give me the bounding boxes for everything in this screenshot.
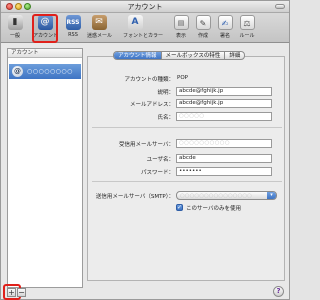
toolbar-label: 表示 [175, 33, 186, 39]
toolbar-item-view[interactable]: ▤ 表示 [169, 15, 193, 41]
username-label: ユーザ名： [146, 157, 174, 163]
only-this-server-row: ✓ このサーバのみを使用 [88, 203, 286, 212]
password-label: パスワード： [140, 170, 174, 176]
settings-tabs: アカウント情報 メールボックスの特性 詳細 [113, 51, 246, 60]
toolbar-item-general[interactable]: ▮ 一般 [3, 15, 27, 41]
toolbar-label: 作成 [197, 33, 208, 39]
tab-mailbox-behaviors[interactable]: メールボックスの特性 [162, 52, 226, 59]
password-field[interactable]: ••••••• [176, 167, 272, 176]
full-name-field[interactable]: ○○○○○ [176, 112, 272, 121]
email-row: メールアドレス： abcde@fghijk.jp [88, 99, 286, 108]
full-name-row: 氏名： ○○○○○ [88, 112, 286, 121]
chevron-down-icon: ▾ [267, 192, 276, 199]
username-row: ユーザ名： abcde [88, 154, 286, 163]
toolbar-label: RSS [68, 32, 78, 38]
smtp-server-select[interactable]: ○○○○○○○○○○○○○○○ ▾ [176, 191, 277, 200]
section-divider [92, 127, 282, 128]
accounts-list: アカウント @ ○○○○○○○○ [7, 48, 83, 288]
smtp-server-value: ○○○○○○○○○○○○○○○ [180, 193, 252, 199]
selected-toolbar-highlight [32, 14, 58, 43]
signature-icon: ✍ [217, 15, 233, 30]
toolbar-label: ルール [239, 33, 255, 39]
description-row: 説明： abcde@fghijk.jp [88, 87, 286, 96]
email-label: メールアドレス： [129, 102, 174, 108]
full-name-label: 氏名： [157, 115, 174, 121]
toolbar-label: フォントとカラー [123, 33, 164, 39]
toolbar-item-fonts[interactable]: A フォントとカラー [123, 15, 164, 41]
only-this-server-checkbox[interactable]: ✓ [176, 204, 183, 211]
rules-icon: ⚖ [239, 15, 255, 30]
toolbar-toggle-button[interactable] [275, 4, 285, 9]
tab-account-info[interactable]: アカウント情報 [114, 52, 162, 59]
smtp-label: 送信用メールサーバ（SMTP）： [95, 194, 174, 200]
window-title: アカウント [127, 3, 163, 11]
account-type-value: POP [177, 75, 188, 81]
incoming-server-field[interactable]: ○○○○○○○○○○ [176, 139, 272, 148]
tab-advanced[interactable]: 詳細 [225, 52, 244, 59]
email-field[interactable]: abcde@fghijk.jp [176, 99, 272, 108]
account-at-icon: @ [12, 66, 23, 77]
account-type-row: アカウントの種類： POP [88, 74, 286, 83]
accounts-list-header: アカウント [8, 49, 82, 58]
only-this-server-label: このサーバのみを使用 [186, 206, 241, 212]
toolbar-item-rss[interactable]: RSS RSS [61, 15, 85, 41]
account-name: ○○○○○○○○ [27, 68, 73, 75]
junk-mail-icon: ✉ [91, 15, 107, 30]
rss-icon: RSS [65, 15, 81, 30]
preferences-window: アカウント ▮ 一般 @ アカウント RSS RSS ✉ 迷惑メール A フォン… [0, 0, 290, 300]
toolbar-label: 署名 [219, 33, 230, 39]
toolbar-label: 一般 [9, 33, 20, 39]
toolbar-label: 迷惑メール [87, 33, 113, 39]
account-settings-panel: アカウントの種類： POP 説明： abcde@fghijk.jp メールアドレ… [87, 56, 285, 281]
incoming-server-label: 受信用メールサーバ： [119, 142, 174, 148]
account-row[interactable]: @ ○○○○○○○○ [9, 64, 81, 79]
section-divider [92, 181, 282, 182]
general-switch-icon: ▮ [7, 15, 23, 30]
smtp-row: 送信用メールサーバ（SMTP）： ○○○○○○○○○○○○○○○ ▾ [88, 191, 286, 200]
view-icon: ▤ [173, 15, 189, 30]
password-row: パスワード： ••••••• [88, 167, 286, 176]
description-field[interactable]: abcde@fghijk.jp [176, 87, 272, 96]
incoming-server-row: 受信用メールサーバ： ○○○○○○○○○○ [88, 139, 286, 148]
compose-icon: ✎ [195, 15, 211, 30]
remove-account-button[interactable]: − [17, 288, 26, 297]
toolbar-item-compose[interactable]: ✎ 作成 [191, 15, 215, 41]
toolbar-item-junk[interactable]: ✉ 迷惑メール [87, 15, 113, 41]
title-bar: アカウント [1, 1, 289, 13]
fonts-colors-icon: A [127, 15, 143, 30]
username-field[interactable]: abcde [176, 154, 272, 163]
toolbar-item-signatures[interactable]: ✍ 署名 [213, 15, 237, 41]
account-type-label: アカウントの種類： [124, 77, 174, 83]
add-account-button[interactable]: + [7, 288, 16, 297]
help-button[interactable]: ? [273, 286, 284, 297]
toolbar-item-rules[interactable]: ⚖ ルール [235, 15, 259, 41]
description-label: 説明： [157, 90, 174, 96]
